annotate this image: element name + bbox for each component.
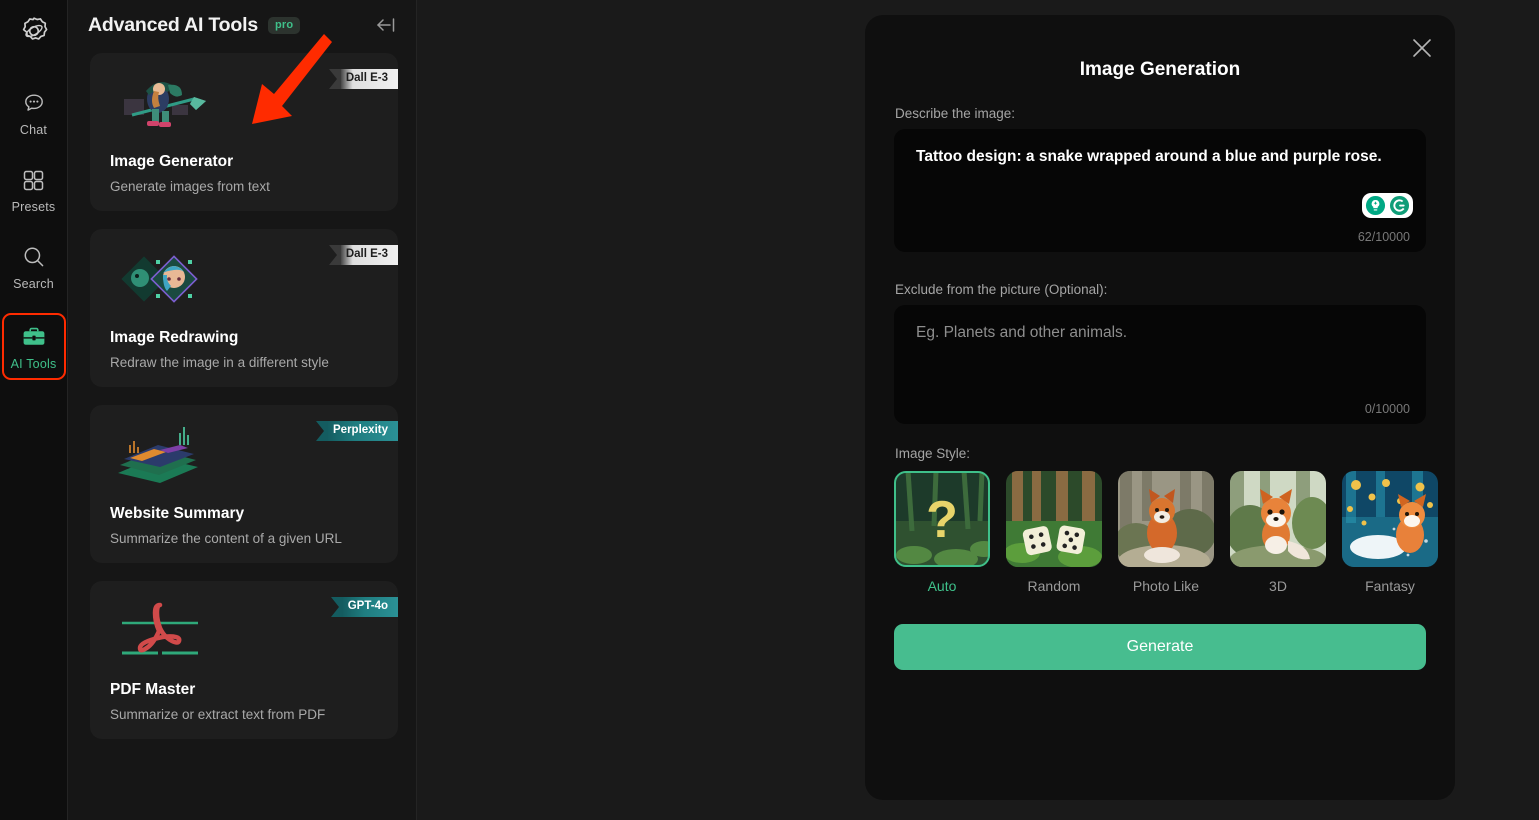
photo-fox-thumb [1118,471,1214,567]
prompt-value: Tattoo design: a snake wrapped around a … [916,148,1382,165]
image-style-label: Image Style: [895,446,971,461]
prompt-counter: 62/10000 [1357,230,1410,244]
svg-text:?: ? [926,491,958,549]
tool-card-description: Generate images from text [110,179,270,194]
sidebar-item-chat[interactable]: Chat [4,82,64,143]
idea-lightbulb-icon[interactable] [1364,194,1387,217]
image-style-section: Image Style: ? Auto Random Photo Like 3D… [894,446,1438,594]
style-option-photo-like[interactable]: Photo Like [1118,471,1214,594]
sidebar-item-label: Chat [19,123,48,137]
tool-card-title: Image Generator [110,153,234,170]
close-icon[interactable] [1409,35,1435,61]
tool-card-title: PDF Master [110,681,196,698]
style-option-label: 3D [1269,578,1287,594]
pixel-portrait-transform-icon [110,245,210,319]
tool-card-image-redrawing[interactable]: Dall E-3 Image Redrawing Redraw the imag… [90,229,398,387]
sidebar-item-presets[interactable]: Presets [4,159,64,220]
left-nav-rail: Chat Presets Search AI Tools [0,0,68,820]
style-option-label: Auto [927,578,957,594]
sidebar-item-search[interactable]: Search [4,236,64,297]
prompt-label: Describe the image: [895,106,1016,121]
exclude-counter: 0/10000 [1364,402,1410,416]
app-logo-icon[interactable] [14,12,54,52]
sidebar-item-label: AI Tools [10,357,57,371]
main-content-area: Image Generation Describe the image: Tat… [417,0,1539,820]
model-badge: Perplexity [316,421,398,441]
app-root: Chat Presets Search AI Tools Advanced AI… [0,0,1539,820]
tool-card-website-summary[interactable]: Perplexity Website Summary Summarize the… [90,405,398,563]
page-title: Advanced AI Tools [88,13,258,36]
3d-fox-thumb [1230,471,1326,567]
chat-bubble-icon [21,90,47,116]
toolbox-icon [21,324,47,350]
ribbon-notch-icon [328,245,341,265]
model-badge-label: Dall E-3 [345,72,388,85]
pro-badge: pro [267,16,301,34]
style-option-fantasy[interactable]: Fantasy [1342,471,1438,594]
tool-card-pdf-master[interactable]: GPT-4o PDF Master Summarize or extract t… [90,581,398,739]
style-option-auto[interactable]: ? Auto [894,471,990,594]
tool-card-title: Website Summary [110,505,245,522]
question-mark-forest-thumb: ? [894,471,990,567]
model-badge: Dall E-3 [328,69,398,89]
panel-header: Advanced AI Tools pro [68,0,416,47]
pixel-witch-on-broom-icon [110,69,210,143]
model-badge-label: Dall E-3 [345,248,388,261]
dice-forest-thumb [1006,471,1102,567]
exclude-label: Exclude from the picture (Optional): [895,282,1108,297]
style-option-label: Fantasy [1365,578,1415,594]
ribbon-notch-icon [328,69,341,89]
ribbon-notch-icon [316,421,329,441]
prompt-input[interactable]: Tattoo design: a snake wrapped around a … [894,129,1426,252]
writing-assistant-toolbar[interactable] [1362,193,1413,218]
tool-card-list: Dall E-3 Image Generator Generate images… [68,47,416,759]
magnifier-icon [21,244,47,270]
ribbon-notch-icon [330,597,343,617]
image-style-carousel[interactable]: ? Auto Random Photo Like 3D Fantasy [894,471,1539,594]
ai-tools-panel: Advanced AI Tools pro Dall E-3 Image Gen… [68,0,417,820]
model-badge: GPT-4o [330,597,398,617]
tool-card-description: Summarize or extract text from PDF [110,707,326,722]
model-badge: Dall E-3 [328,245,398,265]
sidebar-item-label: Search [13,277,54,291]
data-layers-chart-icon [110,421,210,495]
exclude-input[interactable]: Eg. Planets and other animals. 0/10000 [894,305,1426,424]
tool-card-description: Summarize the content of a given URL [110,531,342,546]
tool-card-title: Image Redrawing [110,329,239,346]
exclude-placeholder: Eg. Planets and other animals. [916,324,1128,341]
generate-button[interactable]: Generate [894,624,1426,670]
grammarly-g-icon[interactable] [1388,194,1411,217]
style-option-label: Photo Like [1132,578,1200,594]
grid-squares-icon [21,167,47,193]
sidebar-item-label: Presets [11,200,56,214]
style-option-3d[interactable]: 3D [1230,471,1326,594]
collapse-panel-icon[interactable] [374,13,398,37]
style-option-label: Random [1027,578,1081,594]
image-generation-modal: Image Generation Describe the image: Tat… [865,15,1455,800]
tool-card-description: Redraw the image in a different style [110,355,329,370]
model-badge-label: Perplexity [333,424,388,437]
sidebar-item-ai-tools[interactable]: AI Tools [1,313,66,380]
style-option-random[interactable]: Random [1006,471,1102,594]
pdf-document-icon [110,597,210,671]
fantasy-fox-thumb [1342,471,1438,567]
modal-title: Image Generation [1079,59,1241,80]
model-badge-label: GPT-4o [347,600,388,613]
tool-card-image-generator[interactable]: Dall E-3 Image Generator Generate images… [90,53,398,211]
